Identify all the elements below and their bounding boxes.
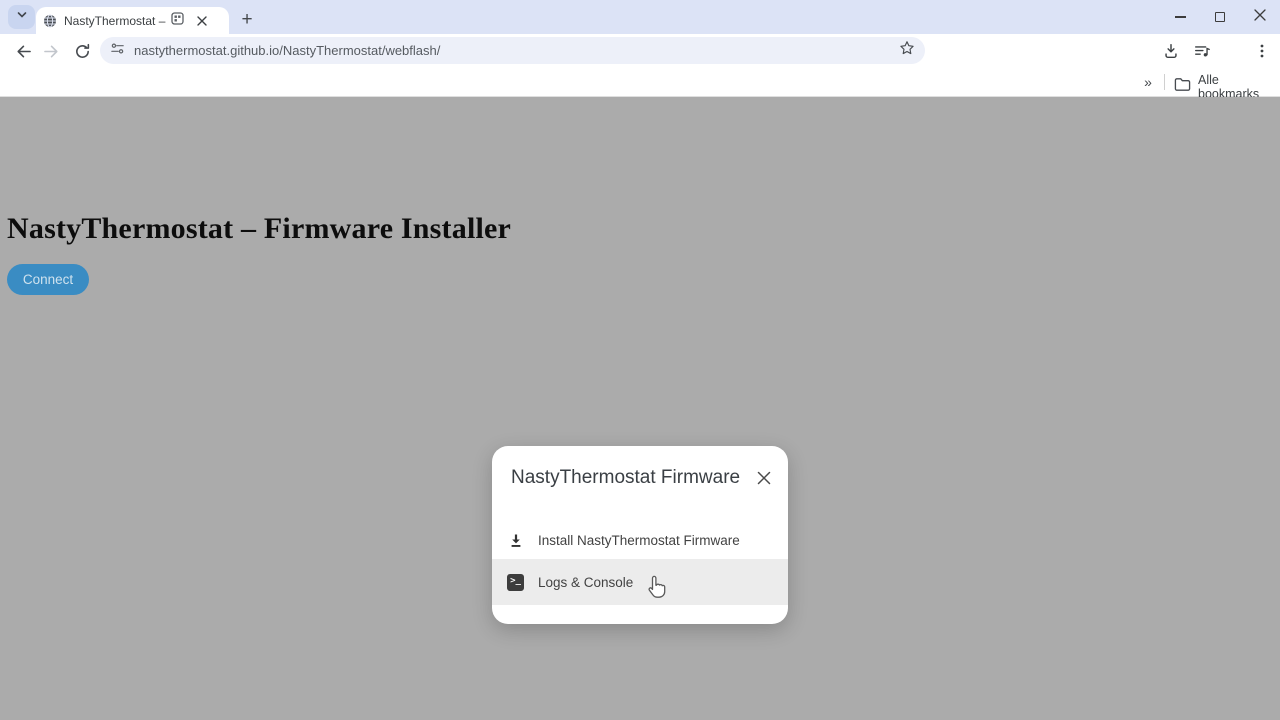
bookmarks-divider xyxy=(1164,74,1165,90)
tab-grid-icon xyxy=(171,12,184,30)
new-tab-button[interactable]: + xyxy=(234,7,260,33)
close-icon xyxy=(757,471,771,485)
menu-item-label: Install NastyThermostat Firmware xyxy=(538,533,740,548)
folder-icon xyxy=(1174,77,1191,97)
terminal-icon: >_ xyxy=(507,574,524,591)
chevron-down-icon xyxy=(16,8,28,26)
downloads-button[interactable] xyxy=(1157,37,1185,65)
tab-close-icon[interactable] xyxy=(194,13,210,29)
address-bar[interactable]: nastythermostat.github.io/NastyThermosta… xyxy=(100,37,925,64)
dialog-close-button[interactable] xyxy=(754,468,774,488)
close-icon xyxy=(1254,8,1266,26)
window-minimize-button[interactable] xyxy=(1160,0,1200,34)
window-maximize-button[interactable] xyxy=(1200,0,1240,34)
window-controls xyxy=(1160,0,1280,34)
tab-title: NastyThermostat – Firmwar xyxy=(64,14,167,28)
back-arrow-icon xyxy=(14,43,31,60)
url-text[interactable]: nastythermostat.github.io/NastyThermosta… xyxy=(134,43,899,58)
reload-icon xyxy=(74,43,91,60)
bookmark-star-icon[interactable] xyxy=(899,40,915,61)
tab-search-button[interactable] xyxy=(8,5,35,29)
three-dot-menu-icon xyxy=(1254,43,1270,59)
menu-item-logs-console[interactable]: >_ Logs & Console xyxy=(492,559,788,605)
browser-menu-button[interactable] xyxy=(1248,37,1276,65)
window-close-button[interactable] xyxy=(1240,0,1280,34)
menu-item-install-firmware[interactable]: Install NastyThermostat Firmware xyxy=(492,522,788,559)
back-button[interactable] xyxy=(8,37,36,65)
globe-favicon-icon xyxy=(43,14,57,28)
browser-tab[interactable]: NastyThermostat – Firmwar xyxy=(36,7,229,34)
browser-toolbar: nastythermostat.github.io/NastyThermosta… xyxy=(0,34,1280,67)
minimize-icon xyxy=(1175,16,1186,18)
tab-strip: NastyThermostat – Firmwar + xyxy=(0,0,1280,34)
site-settings-icon[interactable] xyxy=(110,41,125,61)
firmware-dialog: NastyThermostat Firmware Install NastyTh… xyxy=(492,446,788,624)
menu-item-label: Logs & Console xyxy=(538,575,633,590)
download-icon xyxy=(507,533,524,549)
bookmarks-overflow-button[interactable]: » xyxy=(1138,67,1158,97)
dialog-title: NastyThermostat Firmware xyxy=(511,467,740,489)
reload-button[interactable] xyxy=(68,37,96,65)
playlist-music-icon xyxy=(1193,42,1211,60)
bookmarks-bar: » Alle bookmarks xyxy=(0,67,1280,97)
forward-arrow-icon xyxy=(44,43,61,60)
media-controls-button[interactable] xyxy=(1188,37,1216,65)
maximize-icon xyxy=(1215,12,1225,22)
page-title: NastyThermostat – Firmware Installer xyxy=(7,212,511,246)
page-content: NastyThermostat – Firmware Installer Con… xyxy=(0,97,1280,719)
connect-button[interactable]: Connect xyxy=(7,264,89,295)
download-icon xyxy=(1162,42,1180,60)
forward-button[interactable] xyxy=(38,37,66,65)
